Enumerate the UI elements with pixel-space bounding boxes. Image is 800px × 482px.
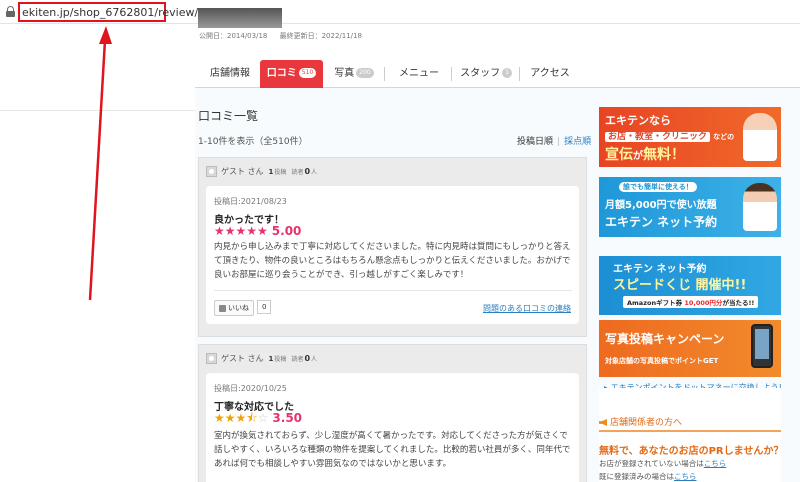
lottery-banner[interactable]: エキテン ネット予約 スピードくじ 開催中!! Amazonギフト券 10,00… bbox=[599, 256, 781, 315]
review-card: 投稿日:2021/08/23 良かったです！ ★★★★★ 5.00 内見から申し込… bbox=[206, 186, 579, 324]
tab-photos[interactable]: 写真 200 bbox=[326, 60, 382, 88]
speaker-icon bbox=[599, 419, 607, 426]
review-rating: ★★★⯪☆ 3.50 bbox=[214, 411, 302, 425]
owner-heading: 店舗関係者の方へ bbox=[599, 415, 682, 428]
person-illustration bbox=[743, 113, 777, 161]
review-card: 投稿日:2020/10/25 丁寧な対応でした ★★★⯪☆ 3.50 室内が換気さ… bbox=[206, 373, 579, 482]
left-blank-panel bbox=[0, 24, 195, 482]
shop-dates: 公開日：2014/03/18 最終更新日：2022/11/18 bbox=[199, 31, 372, 41]
star-empty-icon: ☆ bbox=[257, 411, 269, 425]
star-icon: ★★★ bbox=[214, 411, 247, 425]
reviews-count: 1-10件を表示（全510件） bbox=[198, 137, 308, 147]
sort-by-date[interactable]: 投稿日順 bbox=[517, 137, 553, 147]
rating-score: 3.50 bbox=[272, 411, 303, 425]
review-rating: ★★★★★ 5.00 bbox=[214, 224, 301, 238]
review-item: ゲスト さん 1投稿 読者0人 投稿日:2021/08/23 良かったです！ ★★★… bbox=[198, 157, 587, 337]
review-body: 室内が換気されておらず、少し湿度が高くて暑かったです。対応してくださった方が気さ… bbox=[214, 431, 571, 469]
tab-access[interactable]: アクセス bbox=[524, 60, 576, 88]
sort-by-score[interactable]: 採点順 bbox=[564, 137, 591, 147]
post-date: 投稿日:2020/10/25 bbox=[214, 384, 287, 393]
review-count-badge: 510 bbox=[298, 68, 317, 78]
shop-header-photo bbox=[198, 8, 282, 28]
review-item: ゲスト さん 1投稿 読者0人 投稿日:2020/10/25 丁寧な対応でした ★★… bbox=[198, 344, 587, 482]
half-star-icon: ⯪ bbox=[246, 411, 258, 425]
avatar bbox=[206, 353, 217, 364]
login-link[interactable]: こちら bbox=[674, 472, 697, 481]
reviews-title: 口コミ一覧 bbox=[198, 109, 259, 123]
registered-note: 既に登録済みの場合はこちら bbox=[599, 472, 697, 481]
staff-count-badge: 1 bbox=[502, 68, 512, 78]
register-link[interactable]: こちら bbox=[704, 459, 727, 468]
net-reservation-banner[interactable]: 誰でも簡単に使える！ 月額5,000円で使い放題 エキテン ネット予約 bbox=[599, 177, 781, 237]
url-text[interactable]: ekiten.jp/shop_6762801/review/ bbox=[22, 6, 198, 19]
tab-reviews[interactable]: 口コミ 510 bbox=[260, 60, 323, 88]
thumbs-up-icon bbox=[219, 304, 226, 312]
post-date: 投稿日:2021/08/23 bbox=[214, 197, 287, 206]
register-note: お店が登録されていない場合はこちら bbox=[599, 459, 727, 468]
rating-score: 5.00 bbox=[271, 224, 302, 238]
review-author: ゲスト さん 1投稿 読者0人 bbox=[206, 166, 317, 177]
tab-separator bbox=[519, 67, 520, 81]
star-icon: ★★★★★ bbox=[214, 224, 268, 238]
photo-count-badge: 200 bbox=[356, 68, 374, 78]
like-button[interactable]: いいね bbox=[214, 300, 254, 316]
amazon-gift-tag: Amazonギフト券 10,000円分が当たる!! bbox=[623, 296, 759, 308]
divider bbox=[214, 290, 572, 291]
photo-campaign-banner[interactable]: 写真投稿キャンペーン 対象店舗の写真投稿でポイントGET bbox=[599, 320, 781, 377]
tab-menu[interactable]: メニュー bbox=[390, 60, 448, 88]
tab-separator bbox=[451, 67, 452, 81]
published-date: 公開日：2014/03/18 bbox=[199, 32, 268, 40]
review-author: ゲスト さん 1投稿 読者0人 bbox=[206, 353, 317, 364]
browser-address-bar[interactable]: ekiten.jp/shop_6762801/review/ bbox=[0, 0, 800, 24]
left-divider bbox=[0, 110, 195, 111]
owner-divider bbox=[599, 430, 781, 432]
sort-options: 投稿日順 | 採点順 bbox=[517, 137, 592, 147]
smartphone-icon bbox=[751, 324, 773, 368]
pr-prompt[interactable]: 無料で、あなたのお店のPRしませんか？ bbox=[599, 442, 783, 457]
review-body: 内見から申し込みまで丁寧に対応してくださいました。特に内見時は質問にもしっかりと… bbox=[214, 242, 571, 280]
avatar bbox=[206, 166, 217, 177]
person-photo bbox=[743, 183, 777, 231]
tab-separator bbox=[384, 67, 385, 81]
updated-date: 最終更新日：2022/11/18 bbox=[279, 32, 362, 40]
like-count: 0 bbox=[257, 300, 272, 314]
lock-icon bbox=[6, 6, 15, 17]
tab-staff[interactable]: スタッフ 1 bbox=[456, 60, 516, 88]
free-promo-banner[interactable]: エキテンなら お店・教室・クリニック などの 宣伝が無料！ bbox=[599, 107, 781, 167]
report-review-link[interactable]: 問題のある口コミの連絡 bbox=[483, 303, 571, 314]
tab-shop-info[interactable]: 店舗情報 bbox=[199, 60, 261, 88]
